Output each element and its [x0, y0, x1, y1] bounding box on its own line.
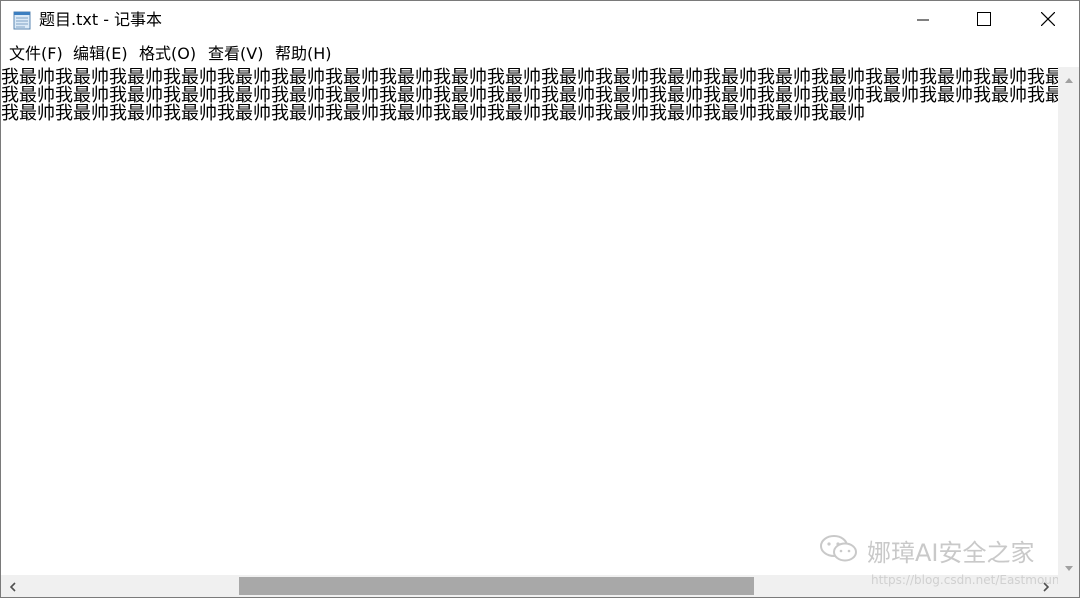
- watermark-url: https://blog.csdn.net/Eastmount: [871, 573, 1065, 587]
- scroll-left-button[interactable]: [3, 575, 23, 597]
- notepad-icon: [13, 10, 31, 30]
- horizontal-scrollbar[interactable]: https://blog.csdn.net/Eastmount: [1, 573, 1064, 597]
- window-title: 题目.txt - 记事本: [39, 10, 163, 29]
- menu-bar: 文件(F) 编辑(E) 格式(O) 查看(V) 帮助(H): [1, 42, 1079, 66]
- triangle-down-icon: [1064, 556, 1073, 575]
- scroll-down-button[interactable]: [1058, 555, 1079, 575]
- title-bar[interactable]: 题目.txt - 记事本: [1, 1, 1079, 39]
- triangle-up-icon: [1064, 68, 1073, 87]
- maximize-icon: [977, 11, 991, 30]
- wechat-icon: [819, 533, 859, 567]
- menu-help[interactable]: 帮助(H): [275, 42, 332, 66]
- chevron-left-icon: [9, 577, 16, 596]
- vertical-scrollbar[interactable]: [1058, 67, 1079, 575]
- minimize-icon: [917, 11, 929, 30]
- scrollbar-corner: [1058, 575, 1079, 597]
- text-editor[interactable]: 我最帅我最帅我最帅我最帅我最帅我最帅我最帅我最帅我最帅我最帅我最帅我最帅我最帅我…: [1, 67, 1058, 575]
- editor-line: 我最帅我最帅我最帅我最帅我最帅我最帅我最帅我最帅我最帅我最帅我最帅我最帅我最帅我…: [1, 103, 865, 124]
- menu-edit[interactable]: 编辑(E): [73, 42, 128, 66]
- menu-file[interactable]: 文件(F): [9, 42, 63, 66]
- horizontal-scroll-thumb[interactable]: [239, 577, 754, 595]
- menu-format[interactable]: 格式(O): [139, 42, 196, 66]
- menu-view[interactable]: 查看(V): [208, 42, 263, 66]
- close-icon: [1040, 11, 1056, 30]
- watermark-brand: 娜璋AI安全之家: [867, 538, 1035, 567]
- minimize-button[interactable]: [900, 1, 946, 39]
- watermark: 娜璋AI安全之家: [819, 533, 1035, 567]
- close-button[interactable]: [1025, 1, 1071, 39]
- maximize-button[interactable]: [961, 1, 1007, 39]
- scroll-up-button[interactable]: [1058, 67, 1079, 87]
- notepad-window: 题目.txt - 记事本 文件(F) 编辑(E) 格式(O) 查看(V) 帮助(…: [0, 0, 1080, 598]
